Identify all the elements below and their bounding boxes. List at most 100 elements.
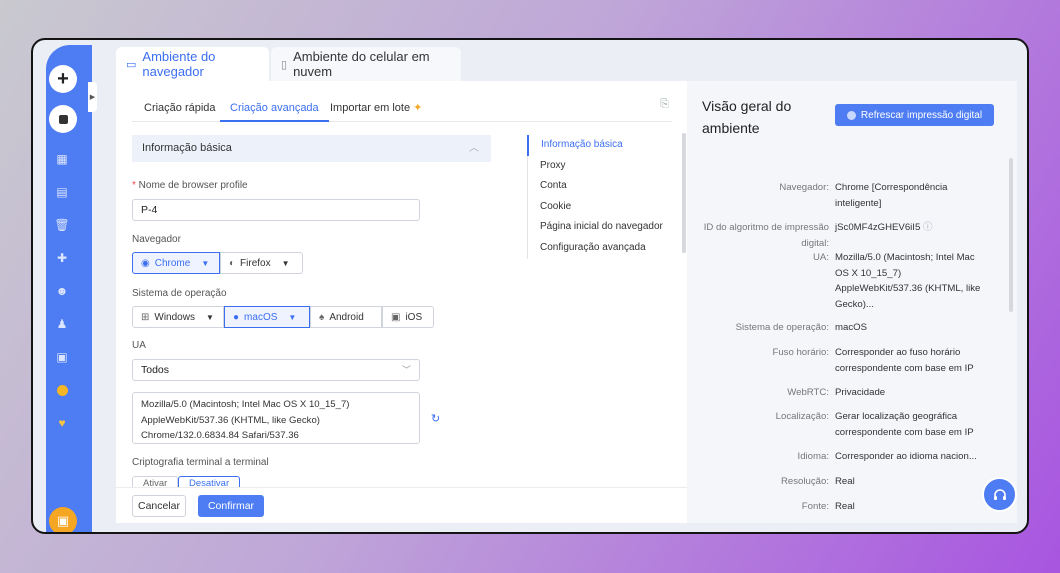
browser-option-chrome[interactable]: ◉ Chrome ▼ xyxy=(132,252,220,274)
row-key: Localização: xyxy=(775,411,829,422)
tab-cloud-phone-environment[interactable]: ▯ Ambiente do celular em nuvem xyxy=(271,47,461,81)
os-label: Sistema de operação xyxy=(132,288,227,299)
anchor-basic-info[interactable]: Informação básica xyxy=(527,135,667,156)
windows-icon: ⊞ xyxy=(141,311,150,323)
row-key: Idioma: xyxy=(797,451,829,462)
caret-down-icon: ▼ xyxy=(281,258,290,268)
os-option-macos[interactable]: ● macOS ▼ xyxy=(224,306,310,328)
chevron-down-icon: ﹀ xyxy=(401,365,411,375)
ua-line: AppleWebKit/537.36 (KHTML, like Gecko) xyxy=(141,414,320,426)
chevron-up-icon: ︿ xyxy=(469,143,479,154)
overview-title: Visão geral do ambiente xyxy=(702,98,792,136)
create-profile-panel: Criação rápida Criação avançada Importar… xyxy=(116,81,687,523)
option-label: macOS xyxy=(244,311,278,323)
extension-icon[interactable]: ✚ xyxy=(54,250,70,266)
refresh-icon xyxy=(846,110,856,120)
browser-label: Navegador xyxy=(132,234,181,245)
apple-icon: ● xyxy=(233,311,240,323)
cancel-button[interactable]: Cancelar xyxy=(132,495,186,517)
heart-icon[interactable]: ♥ xyxy=(54,415,70,431)
row-key: Sistema de operação: xyxy=(735,322,829,333)
chrome-icon: ◉ xyxy=(141,257,150,269)
team-icon[interactable]: ♟ xyxy=(54,316,70,332)
wallet-icon[interactable]: ▣ xyxy=(54,349,70,365)
tab-browser-environment[interactable]: ▭ Ambiente do navegador xyxy=(116,47,269,81)
monitor-icon: ▭ xyxy=(126,58,137,71)
option-label: iOS xyxy=(405,311,423,323)
anchor-homepage[interactable]: Página inicial do navegador xyxy=(528,217,667,238)
row-key: Resolução: xyxy=(781,476,829,487)
row-value: macOS xyxy=(835,322,867,333)
sidebar: + ▦ ▤ 🗑 ✚ ☻ ♟ ▣ ♥ ▣ xyxy=(46,45,92,532)
support-headset-icon[interactable] xyxy=(982,477,1017,512)
option-label: Android xyxy=(329,311,364,323)
anchor-account[interactable]: Conta xyxy=(528,176,667,197)
row-key: Fuso horário: xyxy=(772,347,829,358)
collapse-sidebar-handle[interactable]: ▶ xyxy=(88,82,97,112)
ua-line: Chrome/132.0.6834.84 Safari/537.36 xyxy=(141,430,299,441)
ua-line: Mozilla/5.0 (Macintosh; Intel Mac OS X 1… xyxy=(141,399,350,410)
row-value: jSc0MF4zGHEV6iI5 ⓘ xyxy=(835,222,933,233)
firefox-icon: ◐ xyxy=(229,257,236,269)
notes-icon[interactable]: ▣ xyxy=(49,507,77,532)
phone-icon: ▯ xyxy=(281,58,288,71)
add-icon[interactable]: + xyxy=(49,65,77,93)
ios-icon: ▣ xyxy=(391,311,401,323)
section-title: Informação básica xyxy=(142,142,232,154)
form-scrollbar[interactable] xyxy=(682,133,686,253)
refresh-ua-icon[interactable]: ↻ xyxy=(431,412,440,425)
profile-name-input[interactable]: P-4 xyxy=(132,199,420,221)
row-key: Navegador: xyxy=(779,182,829,193)
row-key: Fonte: xyxy=(801,501,829,512)
name-label: * Nome de browser profile xyxy=(132,180,248,191)
row-key: WebRTC: xyxy=(787,387,829,398)
ua-textarea[interactable]: Mozilla/5.0 (Macintosh; Intel Mac OS X 1… xyxy=(132,392,420,444)
os-option-windows[interactable]: ⊞ Windows ▼ xyxy=(132,306,224,328)
refresh-fingerprint-button[interactable]: Refrescar impressão digital xyxy=(835,104,994,126)
confirm-button[interactable]: Confirmar xyxy=(198,495,264,517)
anchor-advanced[interactable]: Configuração avançada xyxy=(528,238,667,259)
browser-option-firefox[interactable]: ◐ Firefox ▼ xyxy=(220,252,303,274)
coin-icon[interactable] xyxy=(54,382,70,398)
anchor-cookie[interactable]: Cookie xyxy=(528,197,667,218)
caret-down-icon: ▼ xyxy=(201,258,210,268)
row-key: ID do algoritmo de impressão digital: xyxy=(703,222,829,249)
os-option-ios[interactable]: ▣ iOS xyxy=(382,306,434,328)
form-footer: Cancelar Confirmar xyxy=(116,487,687,523)
row-value: Corresponder ao idioma nacion... xyxy=(835,451,977,462)
row-value: Real xyxy=(835,476,855,487)
ua-label: UA xyxy=(132,340,146,351)
robot-icon[interactable]: ☻ xyxy=(54,283,70,299)
document-icon[interactable]: ⎘ xyxy=(660,98,669,111)
row-value: Mozilla/5.0 (Macintosh; Intel Mac OS X 1… xyxy=(835,252,981,310)
row-value: Privacidade xyxy=(835,387,886,398)
row-key: UA: xyxy=(813,252,829,263)
tab-quick-create[interactable]: Criação rápida xyxy=(144,98,216,122)
ua-select[interactable]: Todos ﹀ xyxy=(132,359,420,381)
button-label: Refrescar impressão digital xyxy=(860,109,983,121)
anchor-proxy[interactable]: Proxy xyxy=(528,156,667,177)
tab-label: Ambiente do navegador xyxy=(142,49,216,79)
overview-scrollbar[interactable] xyxy=(1009,158,1013,312)
option-label: Chrome xyxy=(154,257,191,269)
row-value: Corresponder ao fuso horário corresponde… xyxy=(835,347,974,374)
os-option-android[interactable]: ♠ Android xyxy=(310,306,382,328)
trash-icon[interactable]: 🗑 xyxy=(54,217,70,233)
section-header-basic-info[interactable]: Informação básica ︿ xyxy=(132,135,491,162)
caret-down-icon: ▼ xyxy=(288,312,297,322)
caret-down-icon: ▼ xyxy=(205,312,214,322)
grid-icon[interactable]: ▦ xyxy=(54,151,70,167)
ua-select-value: Todos xyxy=(141,364,170,376)
environment-overview-panel: Visão geral do ambiente Refrescar impres… xyxy=(687,81,1017,523)
tab-advanced-create[interactable]: Criação avançada xyxy=(220,98,329,122)
android-icon: ♠ xyxy=(319,311,325,323)
tab-batch-import[interactable]: Importar em lote ✦ xyxy=(330,98,422,122)
option-label: Firefox xyxy=(240,257,271,269)
sparkle-icon: ✦ xyxy=(413,102,423,114)
server-icon[interactable]: ▤ xyxy=(54,184,70,200)
tab-label: Importar em lote xyxy=(330,102,411,114)
row-value: Chrome [Correspondência inteligente] xyxy=(835,182,948,209)
profile-icon[interactable] xyxy=(49,105,77,133)
help-circle-icon[interactable]: ⓘ xyxy=(923,222,933,233)
crypto-label: Criptografia terminal a terminal xyxy=(132,457,269,468)
